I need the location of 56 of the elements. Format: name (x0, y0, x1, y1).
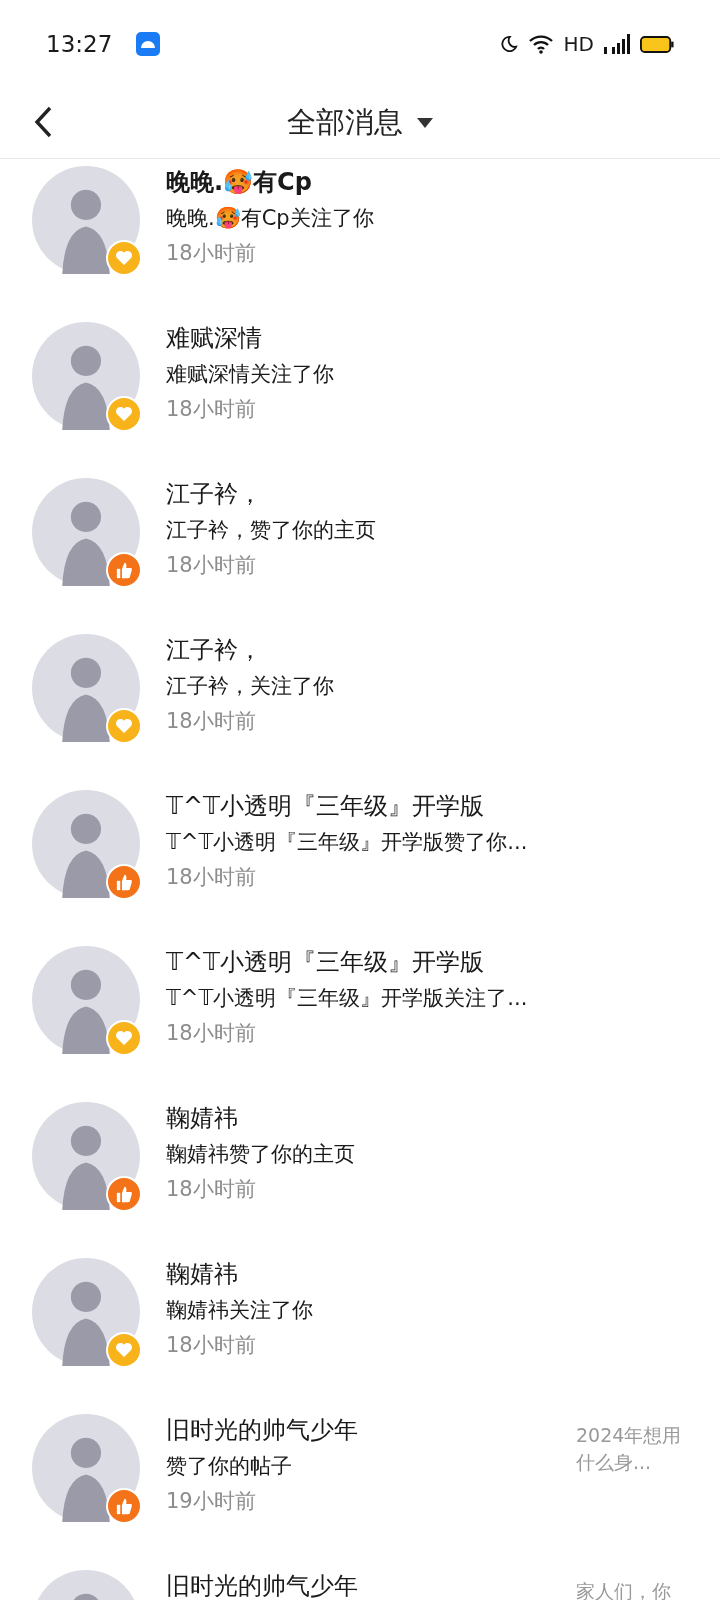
heart-icon (115, 1342, 133, 1358)
heart-icon (115, 406, 133, 422)
heart-icon (115, 718, 133, 734)
status-time: 13:27 (46, 31, 113, 57)
message-text: 难赋深情关注了你 (166, 361, 335, 388)
message-text: 江子衿，赞了你的主页 (166, 517, 377, 544)
user-name: 难赋深情 (166, 323, 263, 354)
message-time: 18小时前 (166, 552, 257, 579)
message-item[interactable]: 𝕋^𝕋小透明『三年级』开学版 𝕋^𝕋小透明『三年级』开学版关注了... 18小时前 (0, 946, 720, 1102)
message-item[interactable]: 江子衿， 江子衿，关注了你 18小时前 (0, 634, 720, 790)
message-text: 晚晚.🥵有Cp关注了你 (166, 205, 375, 232)
message-text: 𝕋^𝕋小透明『三年级』开学版赞了你... (166, 829, 529, 856)
message-time: 18小时前 (166, 1020, 257, 1047)
message-text: 鞠婧祎关注了你 (166, 1297, 314, 1324)
post-snippet: 2024年想用什么身... (576, 1423, 683, 1475)
message-item[interactable]: 难赋深情 难赋深情关注了你 18小时前 (0, 322, 720, 478)
caret-icon (417, 118, 433, 128)
user-name: 鞠婧祎 (166, 1259, 239, 1290)
user-name: 江子衿， (166, 479, 263, 510)
message-time: 18小时前 (166, 1332, 257, 1359)
message-item[interactable]: 鞠婧祎 鞠婧祎赞了你的主页 18小时前 (0, 1102, 720, 1258)
message-time: 18小时前 (166, 864, 257, 891)
message-item[interactable]: 鞠婧祎 鞠婧祎关注了你 18小时前 (0, 1258, 720, 1414)
user-name: 旧时光的帅气少年 (166, 1415, 359, 1446)
heart-icon (115, 1030, 133, 1046)
message-time: 18小时前 (166, 1176, 257, 1203)
messages-filter-dropdown[interactable]: 全部消息 (287, 103, 433, 143)
message-text: 鞠婧祎赞了你的主页 (166, 1141, 356, 1168)
android-icon (136, 32, 161, 56)
user-name: 晚晚.🥵有Cp (166, 167, 313, 198)
message-item[interactable]: 旧时光的帅气少年 赞了你的帖子 19小时前 2024年想用什么身... (0, 1414, 720, 1570)
message-item[interactable]: 𝕋^𝕋小透明『三年级』开学版 𝕋^𝕋小透明『三年级』开学版赞了你... 18小时前 (0, 790, 720, 946)
battery-icon (640, 34, 674, 54)
heart-icon (115, 250, 133, 266)
message-text: 𝕋^𝕋小透明『三年级』开学版关注了... (166, 985, 529, 1012)
wifi-icon (527, 34, 554, 54)
user-name: 旧时光的帅气少年 (166, 1571, 359, 1600)
user-name: 鞠婧祎 (166, 1103, 239, 1134)
message-time: 18小时前 (166, 396, 257, 423)
message-text: 江子衿，关注了你 (166, 673, 335, 700)
user-name: 𝕋^𝕋小透明『三年级』开学版 (166, 947, 486, 978)
thumbs-up-icon (115, 873, 133, 891)
thumbs-up-icon (115, 1497, 133, 1515)
message-text: 赞了你的帖子 (166, 1453, 293, 1480)
message-item[interactable]: 晚晚.🥵有Cp 晚晚.🥵有Cp关注了你 18小时前 (0, 166, 720, 322)
user-name: 𝕋^𝕋小透明『三年级』开学版 (166, 791, 486, 822)
thumbs-up-icon (115, 561, 133, 579)
message-time: 18小时前 (166, 240, 257, 267)
message-item[interactable]: 江子衿， 江子衿，赞了你的主页 18小时前 (0, 478, 720, 634)
message-time: 18小时前 (166, 708, 257, 735)
user-name: 江子衿， (166, 635, 263, 666)
message-time: 19小时前 (166, 1488, 257, 1515)
network-label: HD (563, 32, 594, 56)
signal-icon (604, 33, 630, 55)
thumbs-up-icon (115, 1185, 133, 1203)
moon-icon (499, 35, 518, 53)
